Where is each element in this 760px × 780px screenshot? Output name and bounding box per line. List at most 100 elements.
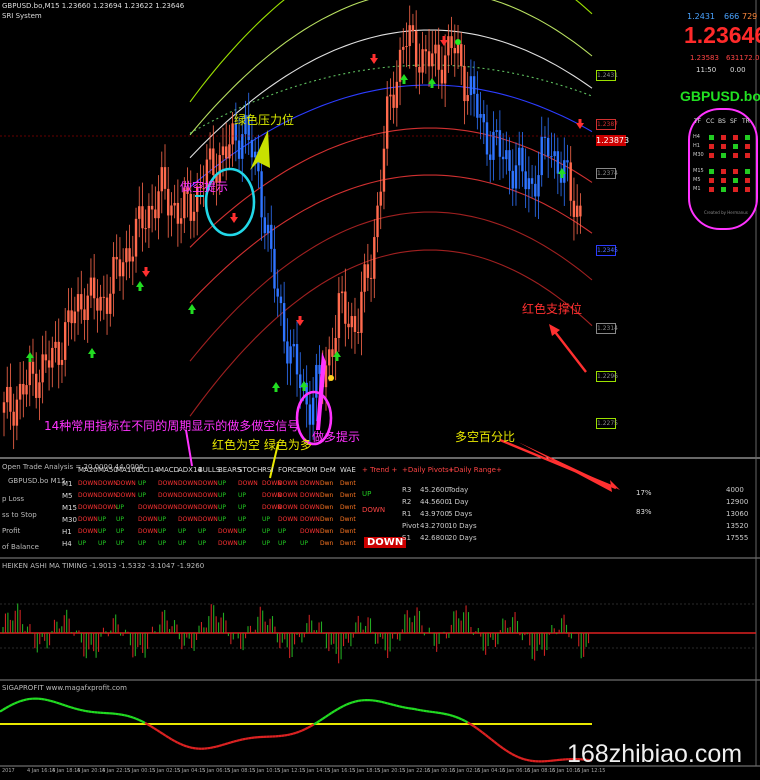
price-low-left: 1.23583 (690, 54, 719, 62)
osc2-segment (23, 698, 27, 702)
candle-body (421, 49, 424, 73)
candle-body (144, 228, 147, 230)
candle-body (266, 224, 270, 234)
osc2-segment (224, 742, 229, 746)
candle-body (337, 293, 341, 338)
osc2-segment (351, 700, 356, 704)
candle-body (125, 248, 128, 263)
pivot-label: S1 (402, 534, 411, 542)
candle-body (273, 248, 276, 289)
osc2-segment (301, 728, 306, 732)
osc2-segment (375, 699, 380, 703)
candle-body (76, 294, 80, 312)
indicator-signal-cell: UP (238, 516, 247, 523)
candle-body (228, 144, 231, 159)
osc2-segment (310, 723, 315, 728)
indicator-signal-cell: Dwnt (340, 492, 356, 499)
candle-body (18, 383, 22, 400)
osc2-segment (298, 729, 303, 733)
range-label: 1 Day (448, 498, 469, 506)
osc2-segment (390, 703, 394, 707)
candle-body (366, 264, 370, 278)
osc2-segment (126, 714, 131, 718)
osc2-segment (141, 720, 146, 724)
indicator-signal-cell: DOWN (300, 492, 320, 499)
indicator-signal-cell: DOWN (98, 492, 118, 499)
candle-body (411, 25, 415, 32)
osc2-segment (144, 721, 149, 726)
osc2-segment (52, 700, 57, 704)
candle-body (289, 346, 292, 364)
candle-body (38, 382, 41, 398)
candle-body (176, 202, 180, 224)
indicator-signal-cell: UP (218, 516, 227, 523)
trend-up: UP (362, 490, 372, 498)
indicator-signal-cell: UP (116, 516, 125, 523)
candle-body (131, 256, 134, 262)
current-price: 1.23646 (684, 22, 760, 48)
candle-body (173, 202, 176, 206)
indicator-signal-cell: DOWN (300, 480, 320, 487)
candle-body (63, 322, 67, 360)
indicator-signal-cell: UP (218, 492, 227, 499)
osc2-segment (180, 743, 184, 747)
candle-body (318, 364, 321, 374)
candle-body (540, 136, 543, 176)
candle-body (418, 66, 421, 73)
trend-grid-header: BS (718, 118, 726, 125)
osc2-segment (381, 700, 386, 704)
pivot-value: 42.6800 (420, 534, 449, 542)
osc2-segment (414, 707, 418, 711)
trend-grid-cell (745, 169, 750, 174)
price-chart[interactable] (0, 0, 760, 780)
trend-grid-cell (733, 178, 738, 183)
indicator-signal-cell: Dwn (320, 540, 334, 547)
osc2-segment (399, 705, 403, 709)
trend-grid-cell (721, 169, 726, 174)
trend-grid-cell (733, 144, 738, 149)
candle-body (31, 361, 35, 374)
indicator-signal-cell: DOWN (278, 504, 298, 511)
price-low-right: 631172.0 (726, 54, 760, 62)
candle-body (308, 404, 312, 425)
candle-body (286, 341, 289, 364)
candle-body (482, 114, 485, 123)
candle-body (167, 188, 170, 216)
osc2-segment (8, 703, 13, 708)
osc2-segment (17, 699, 22, 704)
candle-body (460, 44, 463, 67)
annotation-color-note: 红色为空 绿色为多 (212, 438, 312, 452)
range-label: 20 Days (448, 534, 477, 542)
osc2-title: SIGAPROFIT www.magafxprofit.com (2, 684, 127, 692)
candle-body (109, 293, 112, 314)
osc2-segment (526, 758, 531, 762)
indicator-signal-cell: UP (178, 540, 187, 547)
osc2-segment (150, 725, 155, 730)
candle-body (385, 96, 389, 149)
trend-grid-rows: H4 H1 M30 M15 M5 M1 (693, 134, 755, 214)
pivot-value: 43.2700 (420, 522, 449, 530)
osc2-segment (82, 709, 87, 713)
signal-dot (455, 39, 461, 45)
indicator-signal-cell: UP (238, 540, 247, 547)
candle-body (292, 344, 295, 347)
candle-body (28, 361, 31, 386)
candle-body (398, 49, 402, 82)
indicator-signal-cell: UP (238, 504, 247, 511)
candle-body (241, 134, 244, 159)
candle-body (534, 183, 537, 197)
indicator-signal-cell: Dwn (320, 528, 334, 535)
trend-grid-cell (745, 187, 750, 192)
indicator-signal-cell: DOWN (300, 516, 320, 523)
candle-body (57, 341, 60, 365)
candle-body (9, 386, 12, 412)
osc2-segment (286, 733, 291, 737)
osc2-segment (292, 731, 297, 735)
candle-body (537, 175, 540, 197)
osc2-segment (212, 745, 217, 749)
candle-body (572, 200, 576, 217)
indicator-signal-cell: DOWN (116, 480, 136, 487)
trend-grid-header: TF (694, 118, 702, 125)
signal-dot (328, 375, 334, 381)
osc2-segment (5, 705, 10, 709)
